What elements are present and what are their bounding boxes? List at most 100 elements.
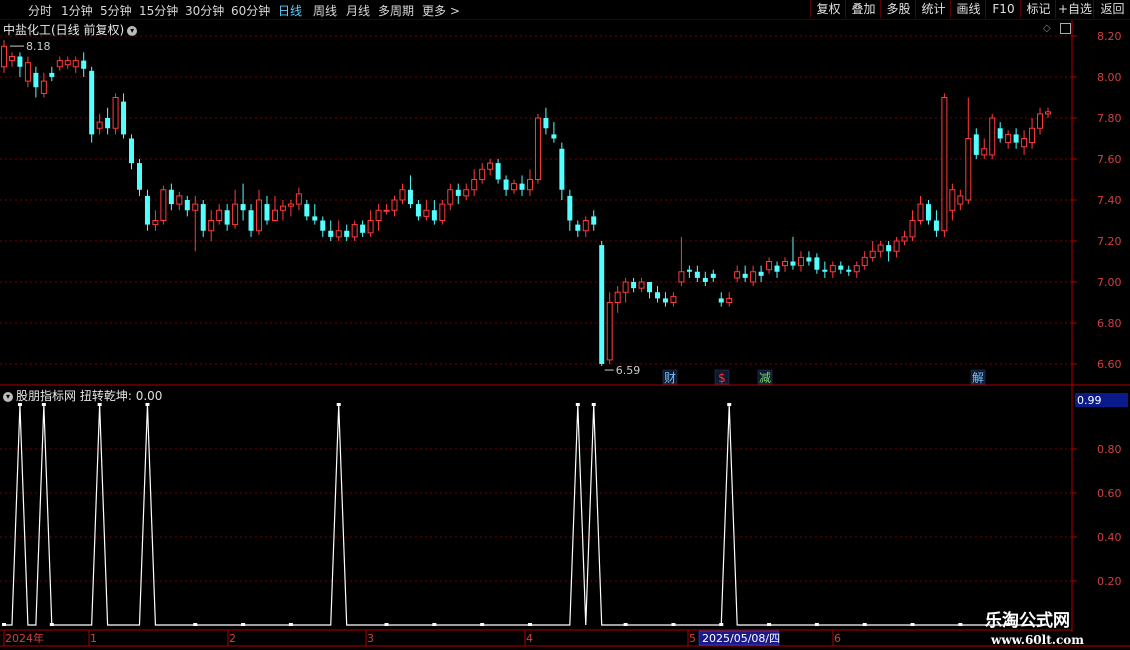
candle-body: [144, 195, 150, 225]
indicator-point: [910, 623, 915, 626]
candle-body: [471, 179, 478, 191]
candle-body: [886, 245, 892, 252]
candle-body: [383, 209, 390, 212]
y-tick-label: 6.80: [1097, 317, 1122, 330]
x-tick-label: 1: [90, 632, 97, 645]
x-tick-label: 2024年: [5, 631, 44, 645]
candle-body: [981, 148, 988, 156]
indicator-point: [671, 623, 676, 626]
indicator-point: [623, 623, 628, 626]
indicator-point: [41, 403, 46, 406]
candle-body: [750, 271, 757, 283]
y-tick-label: 8.00: [1097, 71, 1122, 84]
candle-body: [439, 203, 446, 222]
candle-body: [782, 261, 789, 267]
sub-y-tick-label: 0.80: [1097, 443, 1122, 456]
candle-body: [973, 134, 979, 155]
candle-body: [271, 209, 278, 221]
candle-body: [248, 210, 254, 231]
candle-body: [678, 271, 685, 283]
candle-body: [838, 265, 844, 270]
indicator-point: [767, 623, 772, 626]
x-tick-label: 2: [229, 632, 236, 645]
indicator-point: [288, 623, 293, 626]
candle-body: [264, 204, 270, 221]
candle-body: [718, 298, 724, 303]
candle-body: [40, 80, 47, 94]
candle-body: [647, 282, 653, 293]
candle-body: [1021, 138, 1028, 148]
candle-body: [112, 97, 119, 129]
low-label: 6.59: [616, 364, 641, 377]
sub-y-tick-label: 0.20: [1097, 575, 1122, 588]
candle-body: [328, 230, 334, 237]
candle-body: [216, 209, 223, 221]
indicator-point: [575, 403, 580, 406]
candle-body: [415, 204, 421, 217]
candle-body: [526, 179, 533, 191]
candle-body: [24, 62, 31, 82]
candle-body: [758, 271, 764, 276]
candle-body: [447, 189, 454, 205]
candle-body: [925, 204, 931, 221]
candle-body: [662, 298, 668, 303]
indicator-point: [958, 623, 963, 626]
candle-body: [129, 138, 135, 164]
indicator-point: [862, 623, 867, 626]
candle-body: [814, 257, 820, 270]
candle-body: [240, 204, 246, 211]
candle-body: [1029, 127, 1036, 144]
candle-body: [893, 240, 900, 252]
candle-body: [391, 199, 398, 211]
candle-body: [1, 45, 7, 68]
candle-body: [989, 117, 996, 156]
candle-body: [591, 216, 597, 225]
high-label: 8.18: [26, 40, 51, 53]
candle-body: [543, 118, 549, 129]
indicator-point: [336, 403, 341, 406]
candle-body: [49, 72, 55, 77]
candle-body: [81, 60, 87, 69]
candle-body: [312, 216, 318, 221]
candle-body: [846, 269, 852, 272]
candle-body: [367, 220, 374, 234]
candle-body: [631, 282, 637, 289]
indicator-point: [591, 403, 596, 406]
x-tick-label: 3: [367, 632, 374, 645]
candle-body: [702, 277, 708, 282]
candle-body: [917, 203, 924, 222]
kline-chart[interactable]: 8.20 8.00 7.80 7.60 7.40 7.20 7.00 6.80 6.60 8.18…: [0, 0, 1130, 650]
candle-body: [774, 265, 780, 272]
candle-body: [96, 121, 103, 129]
candle-body: [431, 210, 437, 221]
indicator-line: [4, 404, 1048, 626]
indicator-point: [719, 623, 724, 626]
y-tick-label: 7.80: [1097, 112, 1122, 125]
candle-body: [351, 224, 358, 238]
candle-body: [534, 117, 541, 180]
marker-3: 解: [972, 371, 984, 385]
candle-body: [192, 203, 199, 211]
candle-body: [957, 195, 964, 205]
current-value: 0.99: [1077, 394, 1102, 407]
watermark: 乐淘公式网 www.60lt.com: [985, 606, 1125, 647]
indicator-point: [17, 403, 22, 406]
candle-body: [105, 118, 111, 129]
candle-body: [56, 60, 63, 68]
y-tick-label: 6.60: [1097, 358, 1122, 371]
candle-body: [582, 220, 589, 232]
marker-1: $: [718, 371, 726, 385]
candle-body: [495, 163, 501, 180]
candle-body: [877, 244, 884, 252]
candle-body: [89, 70, 95, 135]
candle-body: [511, 183, 518, 191]
candle-body: [479, 168, 486, 180]
sub-y-tick-label: 0.40: [1097, 531, 1122, 544]
candle-body: [8, 56, 15, 62]
indicator-point: [527, 623, 532, 626]
x-tick-label: 6: [834, 632, 841, 645]
candle-body: [726, 297, 733, 303]
candle-body: [423, 209, 430, 217]
candle-body: [1037, 113, 1044, 129]
indicator-point: [193, 623, 198, 626]
